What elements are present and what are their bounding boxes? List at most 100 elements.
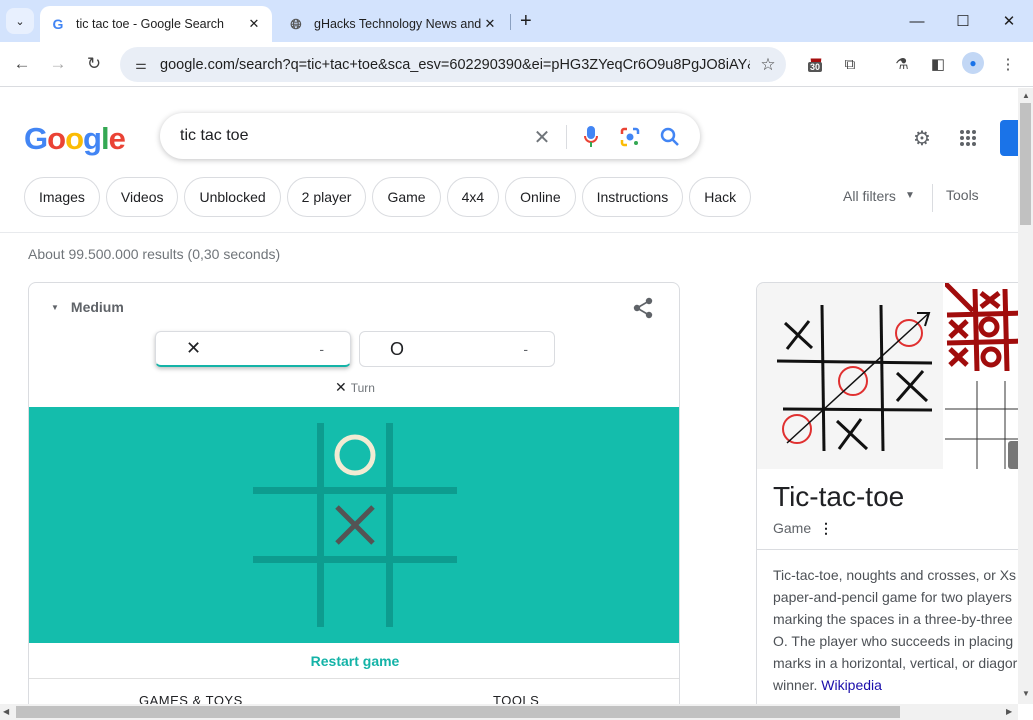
bookmark-star-icon[interactable]: ☆ — [750, 55, 786, 75]
board-cell-3[interactable] — [255, 493, 319, 557]
board-cell-4[interactable] — [323, 493, 387, 557]
search-divider — [566, 125, 567, 149]
search-input[interactable] — [180, 127, 520, 145]
kp-type: Game — [773, 520, 812, 536]
scroll-right-arrow[interactable]: ▶ — [1006, 707, 1012, 716]
category-games-toys[interactable]: GAMES & TOYS — [139, 693, 243, 704]
board-cell-5[interactable] — [391, 493, 455, 557]
desc-text: winner. — [773, 677, 818, 693]
sign-in-button[interactable] — [1000, 120, 1018, 156]
board-cell-2[interactable] — [391, 423, 455, 487]
search-results-page: Google ✕ ⚙ Images Videos Unblocked 2 pla… — [0, 88, 1018, 704]
logo-letter: g — [83, 121, 102, 156]
desc-line: marks in a horizontal, vertical, or diag… — [773, 655, 1018, 671]
extension-badge: 30 — [808, 62, 823, 72]
new-tab-button[interactable]: + — [520, 10, 532, 33]
logo-letter: o — [47, 121, 66, 156]
person-icon: ● — [969, 56, 977, 70]
site-info-icon[interactable]: ⚌ — [124, 57, 158, 73]
caret-down-icon: ▼ — [51, 302, 59, 312]
chip-unblocked[interactable]: Unblocked — [184, 177, 281, 217]
close-tab-icon[interactable]: ✕ — [246, 16, 262, 32]
tab-google-search[interactable]: G tic tac toe - Google Search ✕ — [40, 6, 272, 42]
chip-instructions[interactable]: Instructions — [581, 177, 684, 217]
header-divider — [0, 232, 1018, 233]
chip-game[interactable]: Game — [372, 177, 441, 217]
scroll-up-arrow[interactable]: ▲ — [1022, 91, 1030, 100]
google-logo[interactable]: Google — [24, 121, 126, 157]
forward-button[interactable]: → — [46, 52, 70, 76]
lens-camera-icon[interactable] — [618, 125, 642, 149]
settings-gear-icon[interactable]: ⚙ — [910, 126, 934, 150]
tic-tac-toe-game: ▼ Medium ✕ - O - ✕ Turn Restart game GAME… — [28, 282, 680, 704]
back-button[interactable]: ← — [10, 52, 34, 76]
scroll-left-arrow[interactable]: ◀ — [3, 707, 9, 716]
maximize-button[interactable]: ☐ — [948, 8, 978, 34]
search-box[interactable]: ✕ — [160, 113, 700, 159]
dropdown-arrow-icon: ▼ — [905, 190, 915, 201]
turn-label: Turn — [350, 381, 375, 395]
desc-line: Tic-tac-toe, noughts and crosses, or Xs — [773, 567, 1017, 583]
board-cell-7[interactable] — [323, 561, 387, 625]
board-cell-6[interactable] — [255, 561, 319, 625]
desc-line: marking the spaces in a three-by-three — [773, 611, 1013, 627]
kp-subtitle: Game ⋮ — [773, 520, 833, 537]
all-filters-button[interactable]: All filters — [843, 188, 896, 204]
board-cell-8[interactable] — [391, 561, 455, 625]
tab-search-button[interactable]: ⌄ — [6, 8, 34, 34]
tools-button[interactable]: Tools — [946, 187, 979, 203]
scroll-down-arrow[interactable]: ▼ — [1022, 689, 1030, 698]
wikipedia-link[interactable]: Wikipedia — [821, 677, 882, 693]
close-window-button[interactable]: ✕ — [994, 8, 1024, 34]
search-icon[interactable] — [658, 125, 682, 149]
url-text[interactable]: google.com/search?q=tic+tac+toe&sca_esv=… — [160, 57, 750, 73]
vertical-scroll-thumb[interactable] — [1020, 103, 1031, 225]
reload-button[interactable]: ↻ — [82, 52, 106, 76]
player-score: - — [523, 341, 528, 357]
result-stats: About 99.500.000 results (0,30 seconds) — [28, 246, 281, 262]
chip-4x4[interactable]: 4x4 — [446, 177, 500, 217]
board-cell-0[interactable] — [255, 423, 319, 487]
chip-videos[interactable]: Videos — [105, 177, 179, 217]
side-panel-icon[interactable]: ◧ — [926, 52, 950, 76]
labs-flask-icon[interactable]: ⚗ — [890, 52, 914, 76]
grid-image[interactable] — [945, 377, 1018, 469]
chip-hack[interactable]: Hack — [689, 177, 752, 217]
chip-online[interactable]: Online — [505, 177, 576, 217]
player-symbol: O — [390, 338, 405, 359]
logo-letter: G — [24, 121, 48, 156]
restart-game-button[interactable]: Restart game — [29, 643, 679, 679]
player-symbol: ✕ — [186, 338, 202, 358]
chip-2-player[interactable]: 2 player — [286, 177, 367, 217]
menu-kebab-icon[interactable]: ⋮ — [996, 52, 1020, 76]
player-x-score: ✕ - — [155, 331, 351, 367]
more-options-icon[interactable]: ⋮ — [819, 520, 833, 536]
tic-tac-toe-sketch-image[interactable] — [757, 283, 943, 469]
apps-grid-icon[interactable] — [956, 126, 980, 150]
board-cell-1[interactable] — [323, 423, 387, 487]
grid-line — [253, 487, 457, 494]
minimize-button[interactable]: — — [902, 8, 932, 34]
clear-icon[interactable]: ✕ — [530, 125, 554, 149]
game-board[interactable] — [29, 407, 679, 643]
tab-title: gHacks Technology News and — [314, 17, 482, 31]
horizontal-scrollbar[interactable]: ◀ ▶ — [0, 704, 1018, 720]
close-tab-icon[interactable]: ✕ — [482, 16, 498, 32]
horizontal-scroll-thumb[interactable] — [16, 706, 900, 718]
address-bar[interactable]: ⚌ google.com/search?q=tic+tac+toe&sca_es… — [120, 47, 786, 82]
logo-letter: e — [108, 121, 126, 156]
knowledge-panel: Tic-tac-toe Game ⋮ Tic-tac-toe, noughts … — [756, 282, 1018, 704]
chip-images[interactable]: Images — [24, 177, 100, 217]
tab-title: tic tac toe - Google Search — [76, 17, 224, 31]
vertical-scrollbar[interactable]: ▲ ▼ — [1018, 88, 1033, 704]
category-tools[interactable]: TOOLS — [493, 693, 539, 704]
microphone-icon[interactable] — [579, 125, 603, 149]
logo-letter: l — [100, 121, 110, 156]
desc-line: O. The player who succeeds in placing — [773, 633, 1014, 649]
tab-ghacks[interactable]: 🌐︎ gHacks Technology News and ✕ — [278, 6, 508, 42]
extensions-puzzle-icon[interactable]: ⧉ — [838, 52, 862, 76]
difficulty-dropdown[interactable]: ▼ Medium — [51, 299, 124, 315]
red-tic-tac-toe-image[interactable] — [943, 283, 1018, 375]
profile-avatar[interactable]: ● — [962, 52, 984, 74]
share-icon[interactable] — [633, 297, 653, 325]
